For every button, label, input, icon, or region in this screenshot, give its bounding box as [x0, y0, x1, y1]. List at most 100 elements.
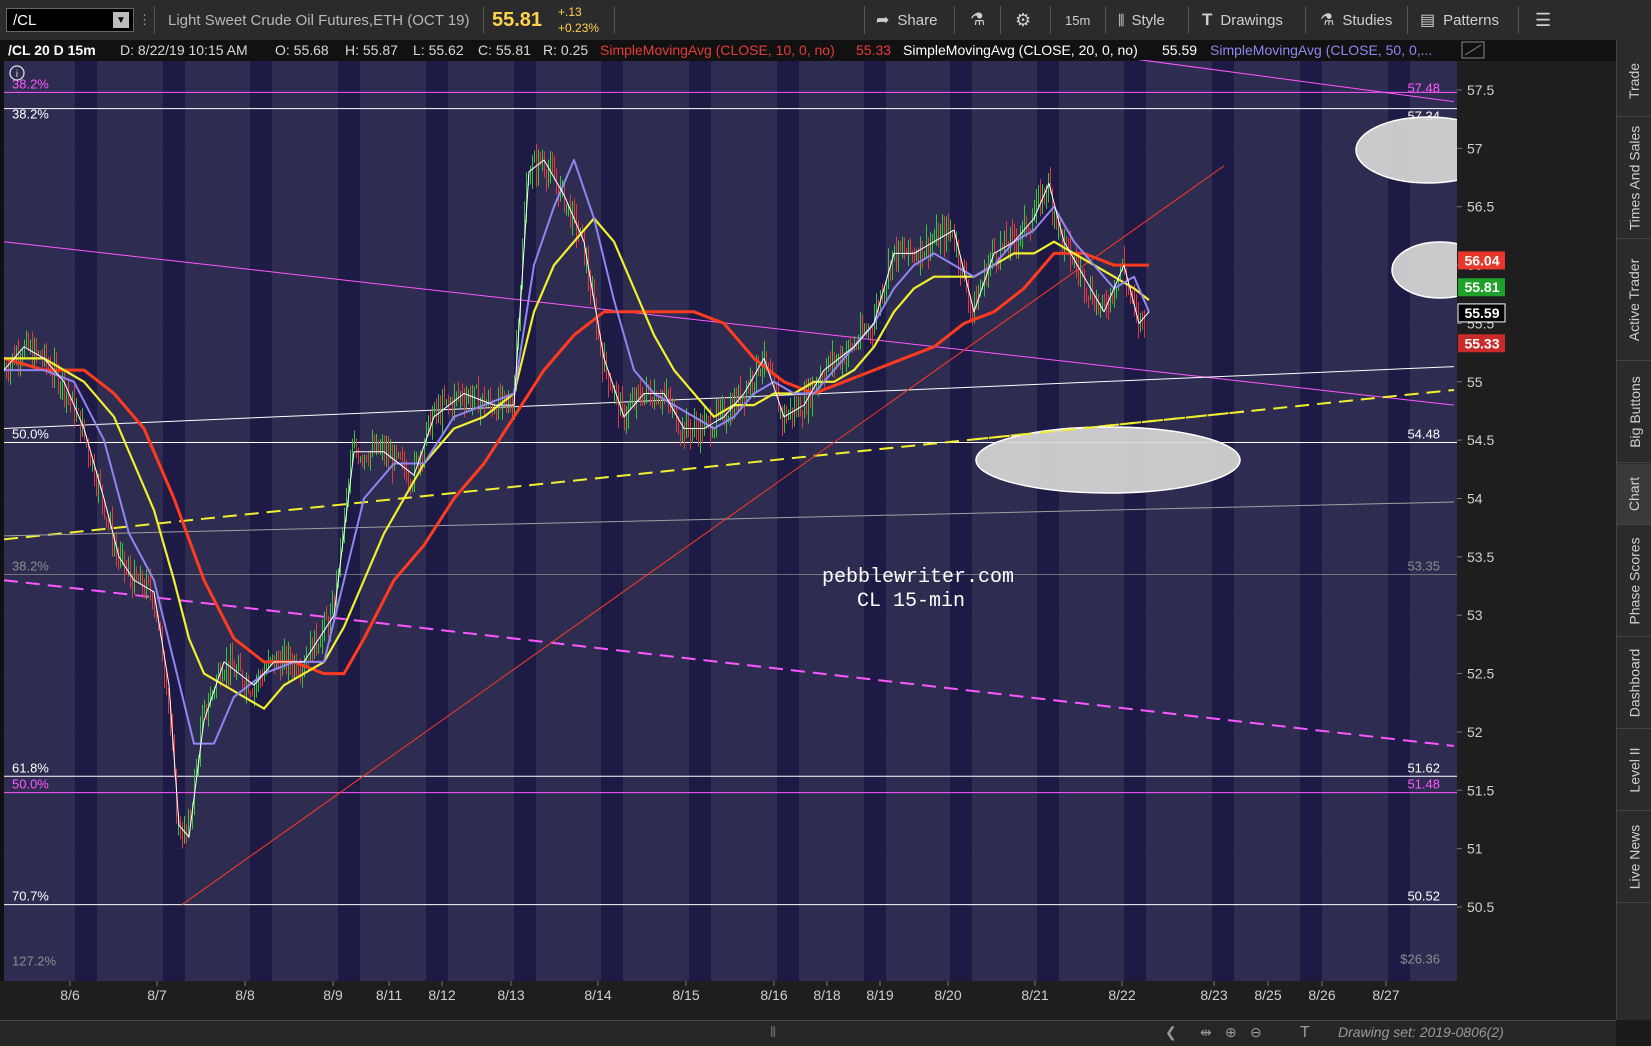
gear-icon[interactable]: ⚙ [1015, 0, 1031, 40]
price-chart[interactable]: 38.2% 57.4838.2% 57.3450.0% 54.4838.2% 53.35… [0, 40, 1616, 1020]
top-toolbar: /CL ▼ ⋮ Light Sweet Crude Oil Futures,ET… [0, 0, 1651, 41]
fib-price-label: 51.48 [1407, 777, 1440, 792]
time-axis: 8/6 8/7 8/8 8/9 8/11 8/12 8/13 8/14 8/15 8/16 8/18… [0, 981, 1616, 1020]
y-tick-label: 54 [1467, 491, 1483, 507]
session-band [864, 61, 886, 981]
fib-price-label: $26.36 [1400, 952, 1440, 967]
header-symbol: /CL 20 D 15m [8, 42, 96, 58]
x-tick-label: 8/7 [147, 987, 167, 1003]
sidebar-tab-label: Active Trader [1626, 258, 1643, 342]
sma10-study-label[interactable]: SimpleMovingAvg (CLOSE, 10, 0, no) [600, 42, 835, 58]
price-axis: 57.55756.55655.55554.55453.55352.55251.5… [1457, 61, 1616, 981]
y-tick-label: 57.5 [1467, 82, 1494, 98]
text-tool-icon[interactable]: T [1300, 1024, 1310, 1042]
price-badge-label: 55.59 [1464, 305, 1499, 321]
sidebar-tab-dashboard[interactable]: Dashboard [1617, 638, 1651, 729]
session-band [426, 61, 448, 981]
x-tick-label: 8/20 [934, 987, 961, 1003]
sidebar-tab-chart[interactable]: Chart [1617, 464, 1651, 525]
menu-icon[interactable]: ☰ [1535, 0, 1551, 40]
sidebar-tab-label: Times And Sales [1626, 125, 1643, 231]
studies-button[interactable]: ⚗ Studies [1320, 0, 1392, 40]
fib-pct-label: 50.0% [12, 426, 49, 441]
y-tick-label: 52.5 [1467, 666, 1494, 682]
svg-text:i: i [16, 69, 18, 80]
header-date: D: 8/22/19 10:15 AM [120, 42, 248, 58]
x-tick-label: 8/16 [760, 987, 787, 1003]
x-tick-label: 8/8 [235, 987, 255, 1003]
fib-pct-label: 127.2% [12, 954, 57, 969]
fib-price-label: 53.35 [1407, 558, 1440, 573]
x-tick-label: 8/25 [1254, 987, 1281, 1003]
chevron-down-icon[interactable]: ▼ [113, 12, 129, 28]
candles-icon: ⫼ [1118, 11, 1125, 28]
drawings-label: Drawings [1220, 11, 1283, 29]
x-tick-label: 8/9 [323, 987, 343, 1003]
session-band [1212, 61, 1234, 981]
drawing-set-label[interactable]: Drawing set: 2019-0806(2) [1338, 1024, 1504, 1040]
share-button[interactable]: ➦ Share [876, 0, 937, 40]
right-sidebar: Trade Times And Sales Active Trader Big But… [1616, 40, 1651, 1020]
style-label: Style [1131, 11, 1165, 29]
watermark-line1: pebblewriter.com [822, 566, 1014, 589]
y-tick-label: 56.5 [1467, 199, 1494, 215]
chart-header: /CL 20 D 15m D: 8/22/19 10:15 AM O: 55.6… [8, 41, 1485, 59]
sidebar-tab-live-news[interactable]: Live News [1617, 812, 1651, 903]
sidebar-tab-times-and-sales[interactable]: Times And Sales [1617, 118, 1651, 239]
sma20-study-label[interactable]: SimpleMovingAvg (CLOSE, 20, 0, no) [903, 42, 1138, 58]
sidebar-tab-active-trader[interactable]: Active Trader [1617, 240, 1651, 361]
link-icon[interactable]: ⋮ [138, 0, 151, 40]
fib-price-label: 50.52 [1407, 889, 1440, 904]
x-tick-label: 8/13 [497, 987, 524, 1003]
sidebar-tab-phase-scores[interactable]: Phase Scores [1617, 526, 1651, 637]
sma50-study-label[interactable]: SimpleMovingAvg (CLOSE, 50, 0,... [1210, 42, 1432, 58]
style-button[interactable]: ⫼ Style [1118, 0, 1165, 40]
highlight-ellipse [975, 426, 1241, 494]
scroll-handle-icon[interactable]: ⦀ [770, 1024, 776, 1041]
header-high: H: 55.87 [345, 42, 398, 58]
session-band [777, 61, 799, 981]
scroll-left-icon[interactable]: ❮ [1165, 1024, 1177, 1041]
sidebar-tab-label: Dashboard [1626, 648, 1643, 718]
x-tick-label: 8/12 [428, 987, 455, 1003]
y-tick-label: 54.5 [1467, 432, 1494, 448]
sma10-study-value: 55.33 [856, 42, 891, 58]
fib-pct-label: 61.8% [12, 760, 49, 775]
sidebar-tab-level-ii[interactable]: Level II [1617, 730, 1651, 811]
flask-icon[interactable]: ⚗ [970, 0, 985, 40]
fit-icon[interactable]: ⇹ [1200, 1024, 1212, 1041]
x-tick-label: 8/6 [60, 987, 80, 1003]
sidebar-tab-big-buttons[interactable]: Big Buttons [1617, 362, 1651, 463]
y-tick-label: 51.5 [1467, 782, 1494, 798]
header-close: C: 55.81 [478, 42, 531, 58]
crosshair-icon[interactable]: ⊕ [1225, 1024, 1237, 1041]
price-badge-label: 56.04 [1464, 252, 1499, 268]
sidebar-tab-trade[interactable]: Trade [1617, 46, 1651, 117]
sidebar-tab-label: Big Buttons [1626, 376, 1643, 448]
chart-area[interactable]: 38.2% 57.48 38.2% 57.34 50.0% 54.48 38.2% 53.35… [0, 40, 1651, 1045]
timeframe-button[interactable]: 15m [1065, 0, 1090, 40]
patterns-button[interactable]: ▤ Patterns [1420, 0, 1499, 40]
fib-pct-label: 38.2% [12, 558, 49, 573]
studies-label: Studies [1342, 11, 1393, 29]
symbol-input[interactable]: /CL ▼ [6, 8, 134, 32]
x-tick-label: 8/14 [584, 987, 611, 1003]
fib-pct-label: 38.2% [12, 107, 49, 122]
header-open: O: 55.68 [275, 42, 329, 58]
x-tick-label: 8/27 [1372, 987, 1399, 1003]
price-badge-label: 55.81 [1464, 279, 1499, 295]
zoom-icon[interactable]: ⊖ [1250, 1024, 1262, 1041]
sma20-study-value: 55.59 [1162, 42, 1197, 58]
watermark-line2: CL 15-min [857, 590, 965, 613]
symbol-description: Light Sweet Crude Oil Futures,ETH (OCT 1… [168, 11, 470, 29]
fib-pct-label: 50.0% [12, 777, 49, 792]
sidebar-tab-label: Live News [1626, 824, 1643, 890]
sidebar-tab-label: Trade [1626, 62, 1643, 100]
x-tick-label: 8/21 [1021, 987, 1048, 1003]
x-tick-label: 8/26 [1308, 987, 1335, 1003]
session-band [950, 61, 972, 981]
share-label: Share [897, 11, 938, 29]
drawings-button[interactable]: T Drawings [1202, 0, 1283, 40]
net-change: +.13 [558, 5, 582, 19]
sidebar-tab-label: Chart [1626, 476, 1643, 512]
